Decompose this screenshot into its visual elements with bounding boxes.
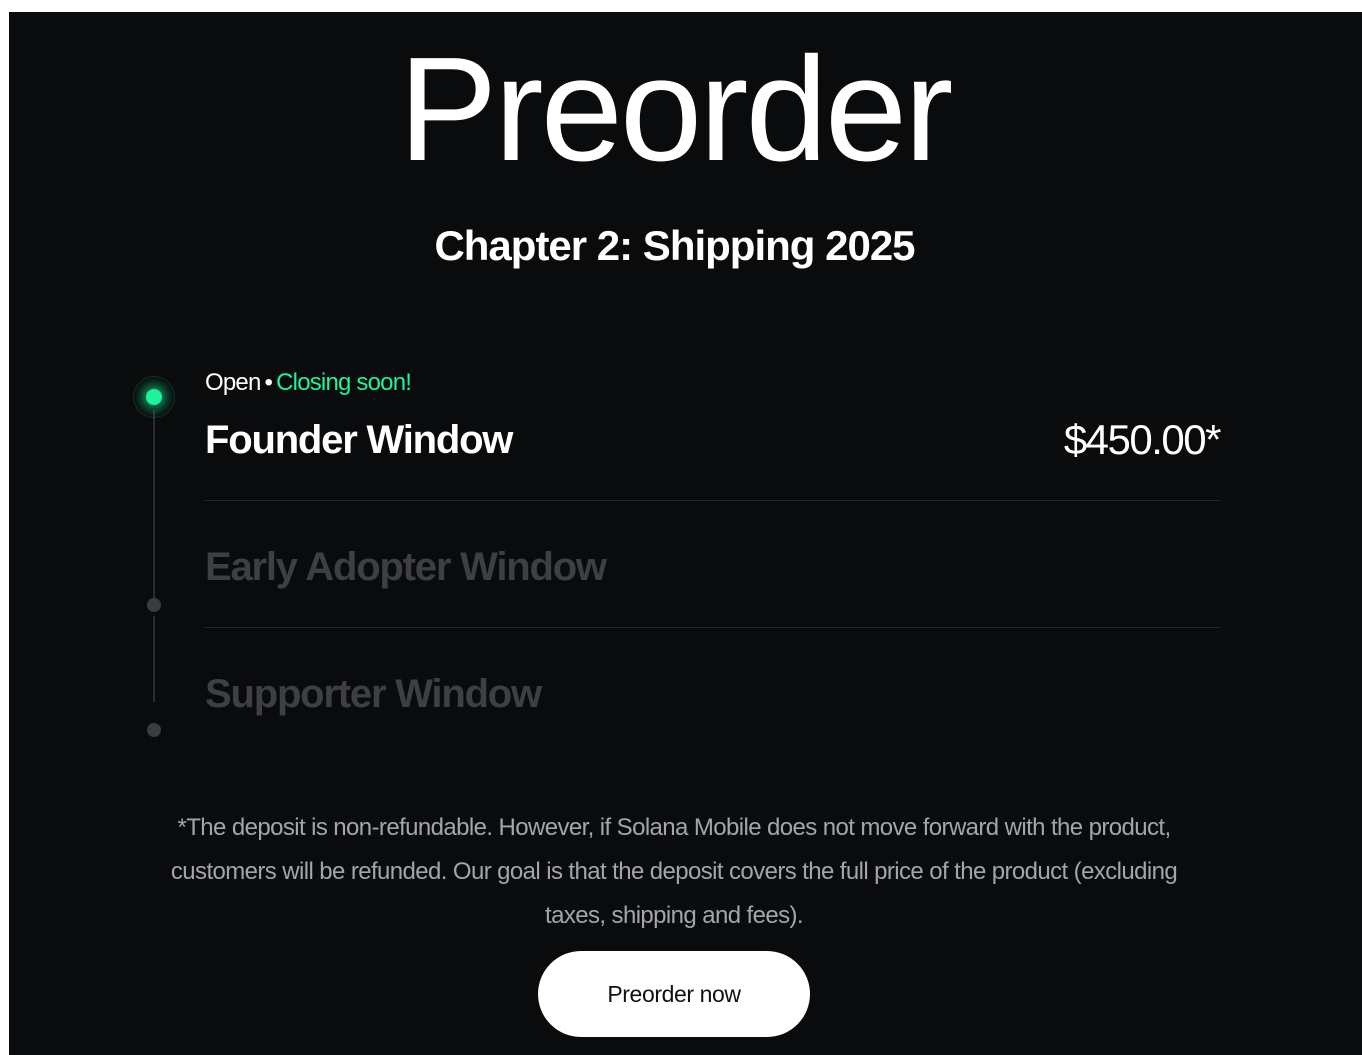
timeline-rail-segment <box>153 616 155 702</box>
preorder-section: Preorder Chapter 2: Shipping 2025 Open • C… <box>9 12 1362 1055</box>
status-open-label: Open <box>205 369 261 396</box>
window-name: Supporter Window <box>205 672 542 716</box>
window-option-supporter: Supporter Window <box>205 670 1220 730</box>
divider <box>205 627 1220 628</box>
window-name: Early Adopter Window <box>205 545 607 589</box>
inactive-step-dot-icon <box>147 598 161 612</box>
window-option-founder[interactable]: Founder Window $450.00* <box>205 416 1222 476</box>
deposit-disclaimer: *The deposit is non-refundable. However,… <box>170 814 1178 929</box>
divider <box>205 500 1220 501</box>
status-separator: • <box>264 369 273 396</box>
window-status: Open • Closing soon! <box>205 368 412 398</box>
timeline-rail-segment <box>153 410 155 598</box>
page-title: Preorder <box>398 27 954 192</box>
window-option-early-adopter: Early Adopter Window <box>205 543 1220 603</box>
inactive-step-dot-icon <box>147 723 161 737</box>
window-name: Founder Window <box>205 418 513 462</box>
preorder-now-button[interactable]: Preorder now <box>538 951 810 1037</box>
active-step-dot-icon <box>146 389 162 405</box>
page-subtitle: Chapter 2: Shipping 2025 <box>434 222 915 269</box>
window-price: $450.00* <box>1063 416 1222 463</box>
status-closing-label: Closing soon! <box>276 369 412 396</box>
